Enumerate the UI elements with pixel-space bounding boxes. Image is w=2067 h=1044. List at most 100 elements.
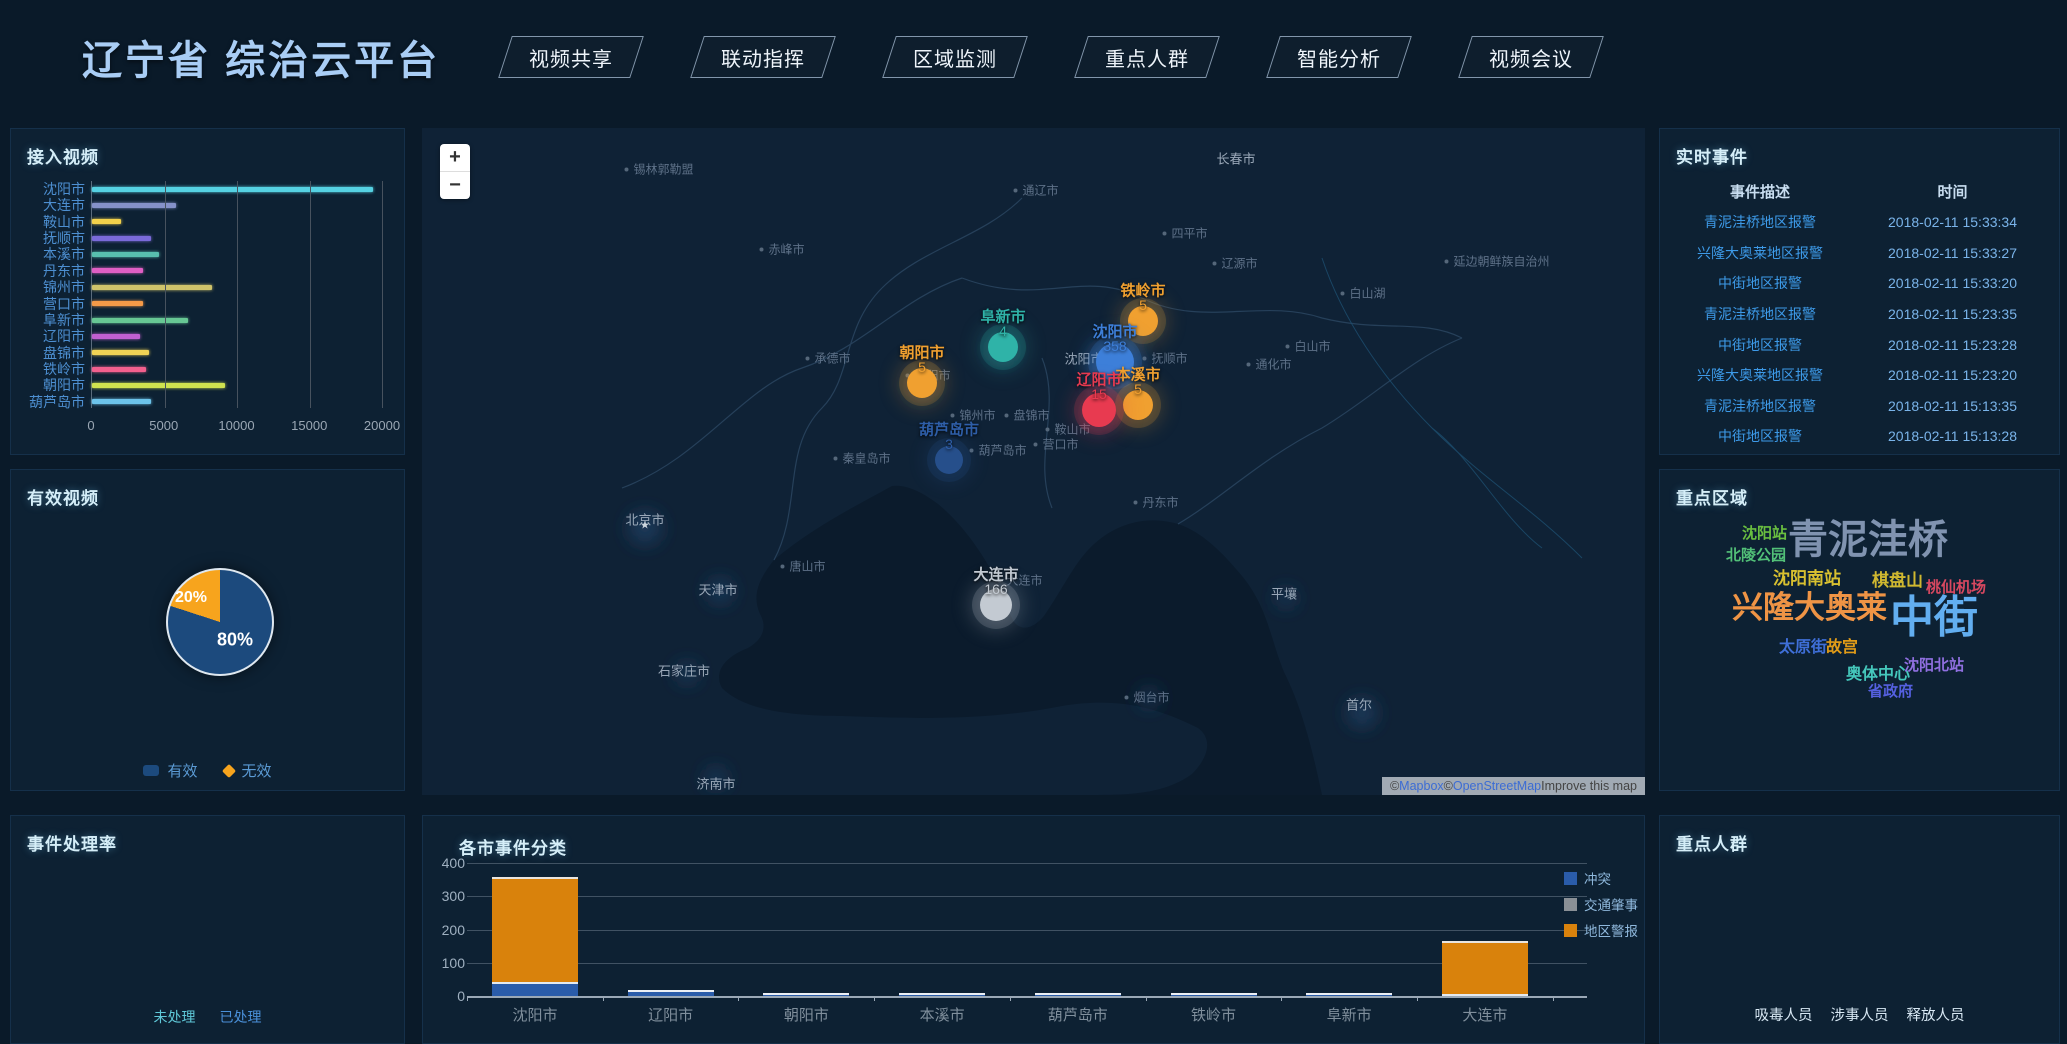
place-dot-icon [1004,413,1008,417]
legend-item[interactable]: 交通肇事 [1564,894,1638,914]
legend-item[interactable]: 已处理 [220,1007,262,1027]
gridline [237,181,238,408]
event-row[interactable]: 中街地区报警2018-02-11 15:33:20 [1660,268,2059,299]
marker-event-count: 5 [918,359,926,375]
people-link[interactable]: 吸毒人员 [1755,1004,1813,1025]
map-place-label: 济南市 [696,774,735,793]
axis-category-label: 抚顺市 [11,230,85,246]
cloud-word[interactable]: 故宫 [1826,640,1858,656]
cloud-word[interactable]: 省政府 [1868,684,1913,699]
bar [92,318,188,323]
event-row[interactable]: 兴隆大奥莱地区报警2018-02-11 15:23:20 [1660,360,2059,391]
axis-category-label: 大连市 [11,197,85,213]
events-table-header: 事件描述 时间 [1660,181,2059,202]
map-place-label: 通辽市 [1013,182,1058,199]
axis-category-label: 丹东市 [11,263,85,279]
attribution-link[interactable]: OpenStreetMap [1453,779,1541,793]
bar [92,350,149,355]
dashboard-root: 辽宁省 综治云平台 视频共享联动指挥区域监测重点人群智能分析视频会议 接入视频 … [0,0,2067,1044]
axis-tick-label: 10000 [218,418,254,433]
event-row[interactable]: 青泥洼桥地区报警2018-02-11 15:33:34 [1660,207,2059,238]
axis-category-label: 大连市 [1462,1004,1507,1025]
attribution-link[interactable]: Mapbox [1399,779,1443,793]
map-place-label: 葫芦岛市 [969,442,1026,459]
panel-title: 重点人群 [1676,830,1748,855]
cloud-word[interactable]: 棋盘山 [1872,572,1923,589]
nav-button-1[interactable]: 联动指挥 [690,36,836,78]
cloud-word[interactable]: 沈阳北站 [1904,658,1964,673]
axis-category-label: 辽阳市 [11,328,85,344]
zoom-in-button[interactable]: + [440,144,470,172]
place-dot-icon [624,167,628,171]
attribution-text: © [1390,779,1399,793]
nav-button-0[interactable]: 视频共享 [498,36,644,78]
axis-tick-label: 200 [442,922,465,938]
place-dot-icon [1033,442,1037,446]
panel-key-people: 重点人群 吸毒人员涉事人员释放人员 [1659,815,2060,1044]
panel-title: 各市事件分类 [459,834,567,859]
map-place-label: 锡林郭勒盟 [624,161,693,178]
nav-button-4[interactable]: 智能分析 [1266,36,1412,78]
cloud-word[interactable]: 奥体中心 [1846,667,1910,683]
map-place-label: 盘锦市 [1004,407,1049,424]
map-place-label: 营口市 [1033,436,1078,453]
place-dot-icon [1133,500,1137,504]
event-row[interactable]: 青泥洼桥地区报警2018-02-11 15:23:35 [1660,299,2059,330]
people-link[interactable]: 释放人员 [1907,1004,1965,1025]
place-dot-icon [1246,362,1250,366]
bar-segment [492,984,578,996]
axis-tick [1281,996,1282,1001]
event-row[interactable]: 兴隆大奥莱地区报警2018-02-11 15:33:27 [1660,238,2059,269]
nav-button-5[interactable]: 视频会议 [1458,36,1604,78]
event-row[interactable]: 中街地区报警2018-02-11 15:13:28 [1660,421,2059,452]
axis-tick-label: 100 [442,955,465,971]
cloud-word[interactable]: 青泥洼桥 [1788,520,1948,560]
map-place-label: 延边朝鲜族自治州 [1444,253,1549,270]
legend-item[interactable]: 有效 [143,760,197,781]
gridline [467,863,1587,864]
marker-event-count: 166 [984,581,1007,597]
map-place-label: 北京市★ [625,510,664,529]
bar [92,268,143,273]
legend-item[interactable]: 冲突 [1564,868,1638,888]
zoom-out-button[interactable]: − [440,172,470,199]
cloud-word[interactable]: 北陵公园 [1726,548,1786,563]
map-panel[interactable]: 锡林郭勒盟通辽市长春市四平市辽源市延边朝鲜族自治州白山湖赤峰市白山市通化市承德市… [422,128,1645,795]
bar-segment [1171,995,1257,996]
cloud-word[interactable]: 太原街 [1779,640,1827,656]
axis-category-label: 沈阳市 [11,181,85,197]
bar [92,219,121,224]
bar-segment [1306,993,1392,995]
event-row[interactable]: 中街地区报警2018-02-11 15:23:28 [1660,329,2059,360]
bar [92,399,151,404]
event-time: 2018-02-11 15:23:35 [1860,306,2045,322]
legend-item[interactable]: 地区警报 [1564,920,1638,940]
legend-item[interactable]: 无效 [224,760,272,781]
event-row[interactable]: 青泥洼桥地区报警2018-02-11 15:13:35 [1660,391,2059,422]
nav-button-3[interactable]: 重点人群 [1074,36,1220,78]
cloud-word[interactable]: 中街 [1890,596,1978,640]
bar-segment [1171,993,1257,995]
bar-segment [1035,993,1121,995]
bar-segment [628,990,714,992]
nav-button-2[interactable]: 区域监测 [882,36,1028,78]
cloud-word[interactable]: 兴隆大奥莱 [1732,592,1887,623]
stacked-chart-y-axis: 0100200300400 [427,863,465,996]
event-desc: 中街地区报警 [1660,335,1860,355]
event-time: 2018-02-11 15:33:20 [1860,275,2045,291]
people-link[interactable]: 涉事人员 [1831,1004,1889,1025]
marker-event-count: 5 [1139,297,1147,313]
axis-category-label: 阜新市 [1327,1004,1372,1025]
map-place-label: 赤峰市 [759,241,804,258]
gridline [310,181,311,408]
place-dot-icon [1212,261,1216,265]
column-header-time: 时间 [1860,181,2045,202]
cloud-word[interactable]: 沈阳南站 [1773,570,1841,587]
bar-segment [1035,995,1121,996]
cloud-word[interactable]: 沈阳站 [1742,526,1787,541]
map-place-label: 四平市 [1162,225,1207,242]
stacked-chart-legend: 冲突交通肇事地区警报 [1564,868,1638,946]
map-zoom-control: + − [440,144,470,199]
legend-item[interactable]: 未处理 [154,1007,196,1027]
panel-title: 实时事件 [1676,143,1748,168]
